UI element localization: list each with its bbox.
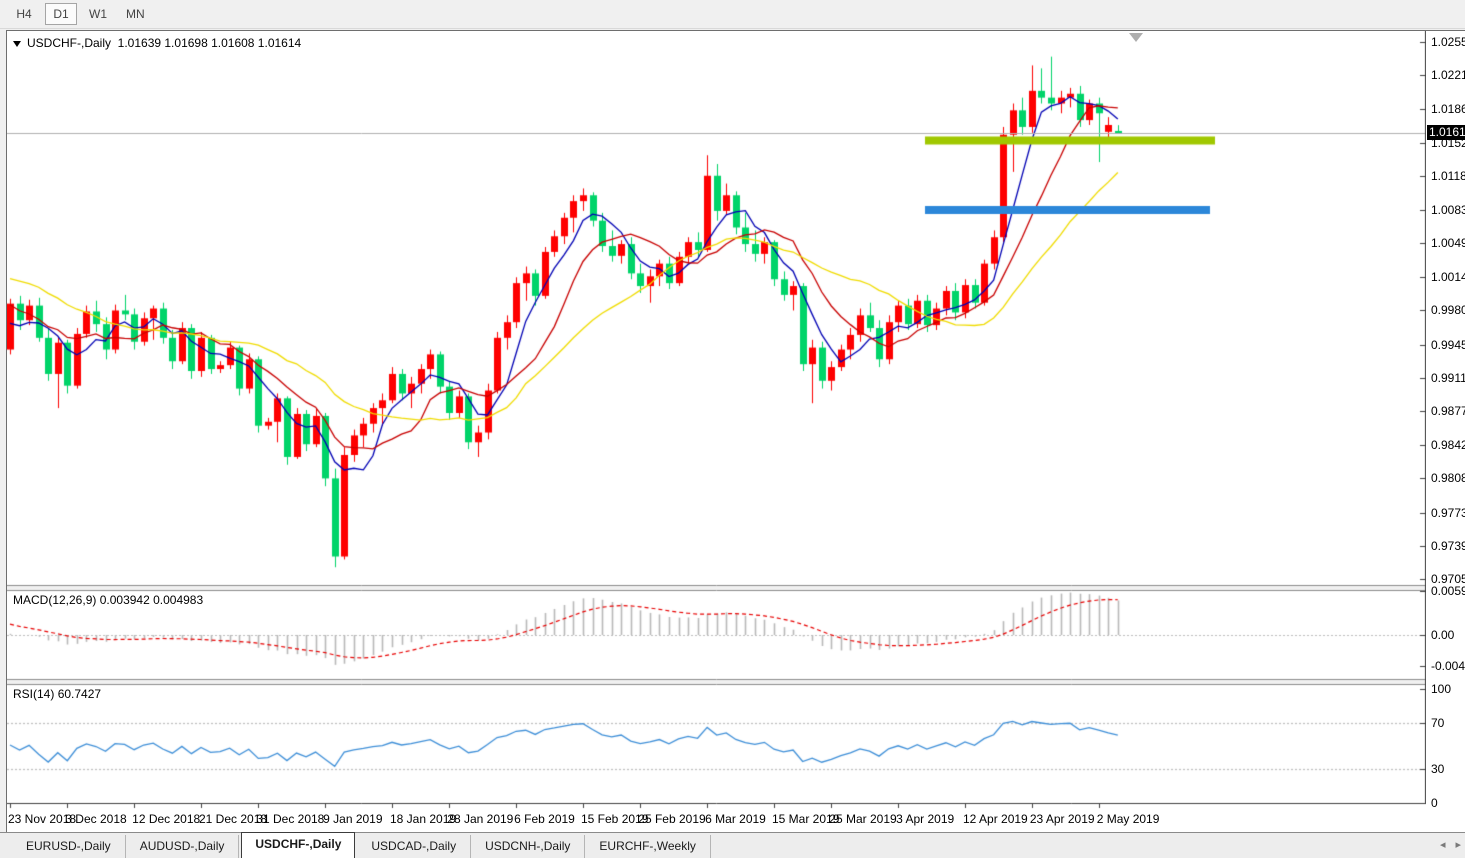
timeframe-button-w1[interactable]: W1	[82, 3, 114, 25]
price-axis-label: 1.00490	[1431, 236, 1465, 250]
macd-indicator-label: MACD(12,26,9) 0.003942 0.004983	[13, 593, 203, 607]
timeframe-button-mn[interactable]: MN	[119, 3, 152, 25]
price-axis-label: 1.01860	[1431, 102, 1465, 116]
price-axis-label: 1.00140	[1431, 270, 1465, 284]
date-axis-label: 3 Apr 2019	[896, 812, 954, 826]
tab-scroll-right-icon[interactable]: ▸	[1455, 837, 1461, 853]
chart-tab-eurusd-daily[interactable]: EURUSD-,Daily	[12, 835, 126, 858]
price-chart-canvas[interactable]	[7, 31, 1426, 809]
price-axis-label: 0.99800	[1431, 303, 1465, 317]
price-axis-label: 1.01180	[1431, 169, 1465, 183]
timeframe-toolbar: H4 D1 W1 MN	[0, 0, 1465, 29]
date-axis-label: 25 Mar 2019	[829, 812, 896, 826]
chart-tab-usdcad-daily[interactable]: USDCAD-,Daily	[357, 835, 471, 858]
legend-symbol: USDCHF-,Daily	[27, 36, 111, 50]
chart-shift-marker-icon[interactable]	[1129, 33, 1143, 42]
date-axis-label: 12 Dec 2018	[132, 812, 200, 826]
price-axis-label: 1.02210	[1431, 68, 1465, 82]
tab-scroll-buttons: ◂ ▸	[1440, 837, 1461, 853]
tab-scroll-left-icon[interactable]: ◂	[1440, 837, 1446, 853]
chart-legend: USDCHF-,Daily 1.01639 1.01698 1.01608 1.…	[13, 36, 301, 50]
date-axis-label: 12 Apr 2019	[963, 812, 1028, 826]
chart-tab-bar: EURUSD-,DailyAUDUSD-,DailyUSDCHF-,DailyU…	[0, 832, 1465, 858]
current-price-tag: 1.01614	[1427, 125, 1465, 140]
date-axis-label: 28 Jan 2019	[447, 812, 513, 826]
rsi-axis-label: 30	[1431, 762, 1444, 776]
price-axis-label: 0.98770	[1431, 404, 1465, 418]
date-axis-label: 18 Jan 2019	[390, 812, 456, 826]
timeframe-button-h4[interactable]: H4	[8, 3, 40, 25]
legend-ohlc: 1.01639 1.01698 1.01608 1.01614	[118, 36, 302, 50]
price-axis-label: 0.97390	[1431, 539, 1465, 553]
chart-tab-audusd-daily[interactable]: AUDUSD-,Daily	[126, 835, 240, 858]
price-axis-label: 0.99110	[1431, 371, 1465, 385]
symbol-dropdown-icon	[13, 41, 21, 47]
date-axis-label: 6 Feb 2019	[514, 812, 575, 826]
date-axis-label: 3 Dec 2018	[65, 812, 126, 826]
date-axis-label: 31 Dec 2018	[256, 812, 324, 826]
price-axis-label: 1.02550	[1431, 35, 1465, 49]
macd-axis-label: -0.004243	[1431, 659, 1465, 673]
date-axis-label: 9 Jan 2019	[323, 812, 382, 826]
date-axis-label: 6 Mar 2019	[705, 812, 766, 826]
date-axis-label: 2 May 2019	[1097, 812, 1160, 826]
date-axis-label: 23 Apr 2019	[1030, 812, 1095, 826]
chart-tab-usdcnh-daily[interactable]: USDCNH-,Daily	[471, 835, 585, 858]
price-axis-label: 0.97730	[1431, 506, 1465, 520]
chart-tab-eurchf-weekly[interactable]: EURCHF-,Weekly	[585, 835, 710, 858]
rsi-axis-label: 0	[1431, 796, 1438, 810]
price-axis-label: 0.98080	[1431, 471, 1465, 485]
price-axis-label: 0.98420	[1431, 438, 1465, 452]
macd-axis-label: 0.00	[1431, 628, 1454, 642]
price-axis-label: 0.99450	[1431, 338, 1465, 352]
chart-window: USDCHF-,Daily 1.01639 1.01698 1.01608 1.…	[6, 30, 1465, 832]
macd-axis-label: 0.00597	[1431, 584, 1465, 598]
rsi-axis-label: 100	[1431, 682, 1451, 696]
chart-tab-usdchf-daily[interactable]: USDCHF-,Daily	[241, 832, 355, 858]
rsi-axis-label: 70	[1431, 716, 1444, 730]
rsi-indicator-label: RSI(14) 60.7427	[13, 687, 101, 701]
date-axis-label: 25 Feb 2019	[638, 812, 705, 826]
timeframe-button-d1[interactable]: D1	[45, 3, 77, 25]
price-axis-label: 1.00830	[1431, 203, 1465, 217]
